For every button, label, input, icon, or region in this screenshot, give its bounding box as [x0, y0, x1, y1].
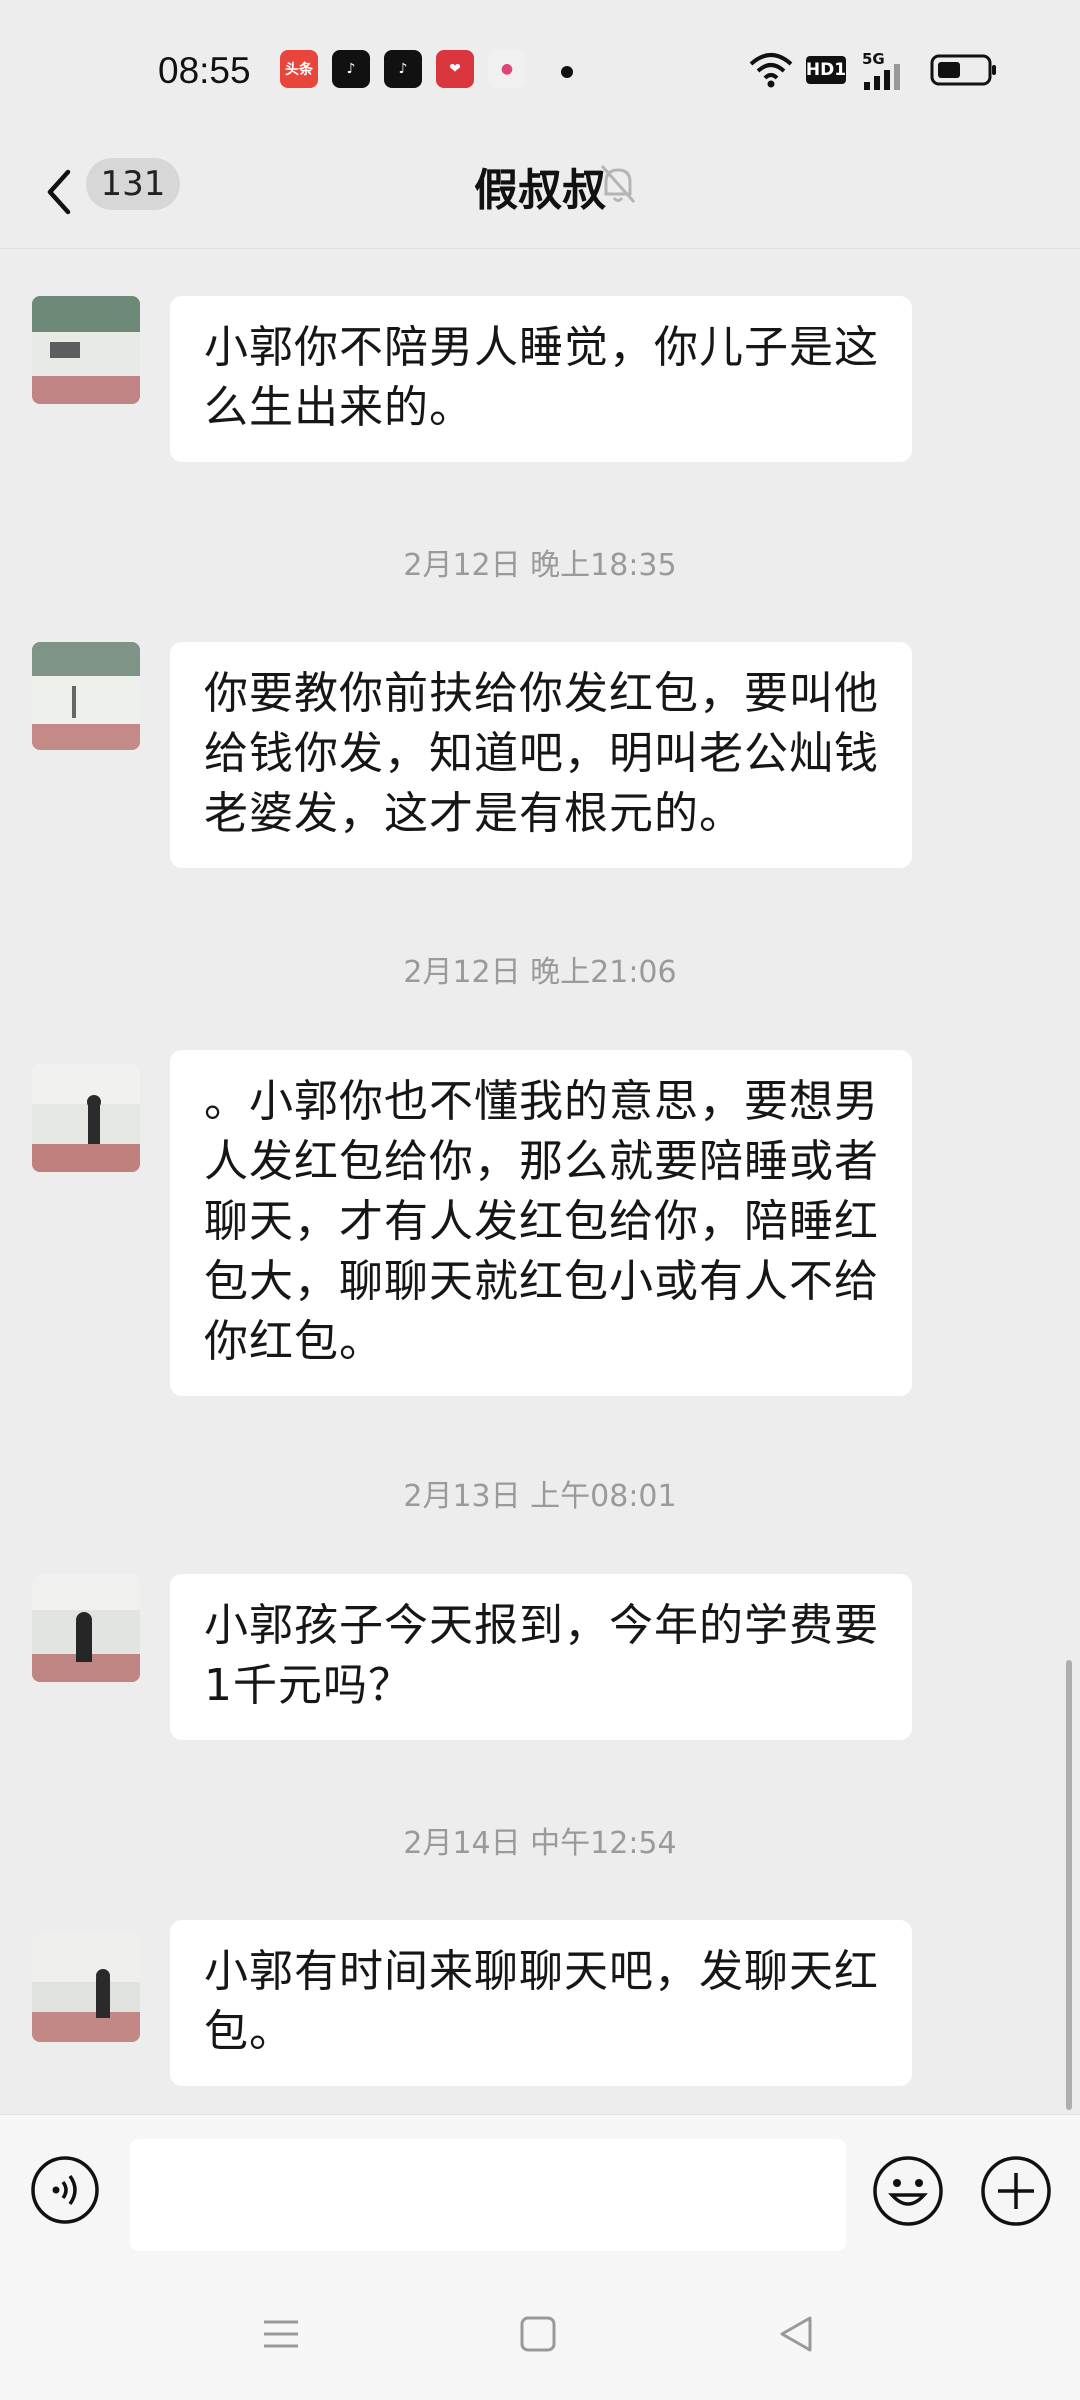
message-bubble[interactable]: 你要教你前扶给你发红包，要叫他给钱你发，知道吧，明叫老公灿钱老婆发，这才是有根元…: [170, 642, 912, 868]
douyin-app-icon: ♪: [384, 50, 422, 88]
douyin-app-icon: ♪: [332, 50, 370, 88]
contact-avatar[interactable]: [32, 1064, 140, 1172]
message-timestamp: 2月13日 上午08:01: [403, 1479, 677, 1514]
back-nav-icon[interactable]: [778, 2314, 814, 2354]
contact-avatar[interactable]: [32, 1574, 140, 1682]
message-bubble[interactable]: 小郭你不陪男人睡觉，你儿子是这么生出来的。: [170, 296, 912, 462]
system-nav-bar: [0, 2274, 1080, 2400]
chat-header: 131 假叔叔: [0, 142, 1080, 249]
toutiao-app-icon: 头条: [280, 50, 318, 88]
message-bubble[interactable]: 。小郭你也不懂我的意思，要想男人发红包给你，那么就要陪睡或者聊天，才有人发红包给…: [170, 1050, 912, 1396]
contact-avatar[interactable]: [32, 1934, 140, 2042]
plus-icon[interactable]: [980, 2155, 1052, 2227]
message-bubble[interactable]: 小郭孩子今天报到，今年的学费要1千元吗？: [170, 1574, 912, 1740]
message-timestamp: 2月12日 晚上18:35: [403, 548, 677, 583]
input-bar: [0, 2114, 1080, 2275]
battery-icon: [930, 54, 996, 86]
hd-icon: HD1: [806, 56, 846, 84]
chat-title: 假叔叔: [474, 165, 606, 216]
contact-avatar[interactable]: [32, 296, 140, 404]
home-nav-icon[interactable]: [520, 2316, 556, 2352]
emoji-icon[interactable]: [872, 2155, 944, 2227]
voice-icon[interactable]: [30, 2155, 100, 2225]
mute-bell-icon: [600, 165, 636, 203]
message-input[interactable]: [130, 2139, 846, 2251]
message-timestamp: 2月12日 晚上21:06: [403, 955, 677, 990]
status-time: 08:55: [158, 50, 251, 91]
message-bubble[interactable]: 小郭有时间来聊聊天吧，发聊天红包。: [170, 1920, 912, 2086]
menu-nav-icon[interactable]: [262, 2314, 300, 2354]
scrollbar[interactable]: [1066, 1660, 1072, 2110]
camera-app-icon: ●: [488, 50, 526, 88]
message-timestamp: 2月14日 中午12:54: [403, 1826, 677, 1861]
status-bar: 08:55 头条 ♪ ♪ ❤ ● HD1 5G: [0, 0, 1080, 142]
more-notifications-dot: [561, 66, 573, 78]
wifi-icon: [749, 53, 793, 88]
signal-icon: 5G: [862, 50, 912, 90]
contact-avatar[interactable]: [32, 642, 140, 750]
heart-app-icon: ❤: [436, 50, 474, 88]
